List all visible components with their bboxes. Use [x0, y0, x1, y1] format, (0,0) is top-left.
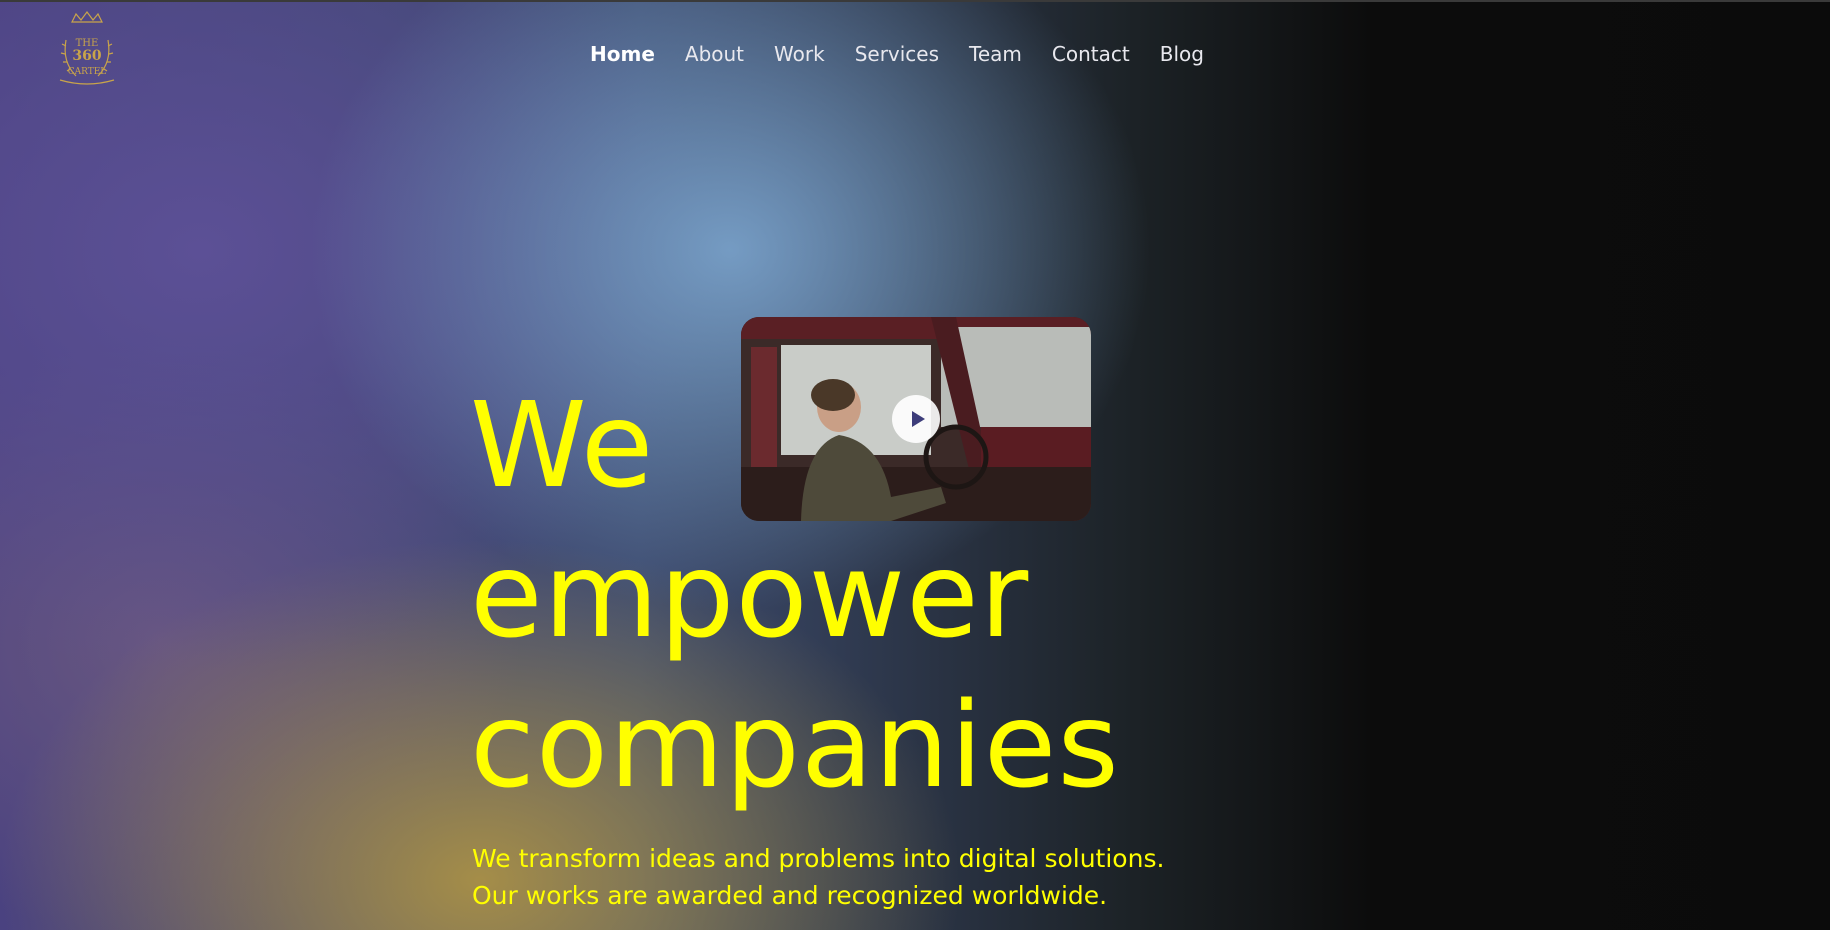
page: THE 360 CARTEL Home About Work Services …	[0, 0, 1830, 930]
nav-blog[interactable]: Blog	[1160, 42, 1204, 66]
subtitle-line-1: We transform ideas and problems into dig…	[472, 844, 1165, 873]
brand-logo[interactable]: THE 360 CARTEL	[52, 10, 122, 86]
headline-line-2: empower	[470, 526, 1030, 664]
headline-line-3: companies	[470, 676, 1120, 814]
logo-text-cartel: CARTEL	[68, 67, 107, 77]
subtitle-line-2: Our works are awarded and recognized wor…	[472, 881, 1108, 910]
nav-services[interactable]: Services	[855, 42, 939, 66]
nav-home[interactable]: Home	[590, 42, 655, 66]
hero-video-thumbnail[interactable]	[741, 317, 1091, 521]
nav-team[interactable]: Team	[969, 42, 1022, 66]
main-nav: Home About Work Services Team Contact Bl…	[590, 42, 1204, 66]
nav-about[interactable]: About	[685, 42, 744, 66]
nav-work[interactable]: Work	[774, 42, 825, 66]
nav-contact[interactable]: Contact	[1052, 42, 1130, 66]
play-icon	[911, 411, 925, 427]
play-button[interactable]	[892, 395, 940, 443]
logo-text-360: 360	[72, 48, 101, 64]
hero-subtitle: We transform ideas and problems into dig…	[472, 840, 1164, 914]
top-border	[0, 0, 1830, 2]
